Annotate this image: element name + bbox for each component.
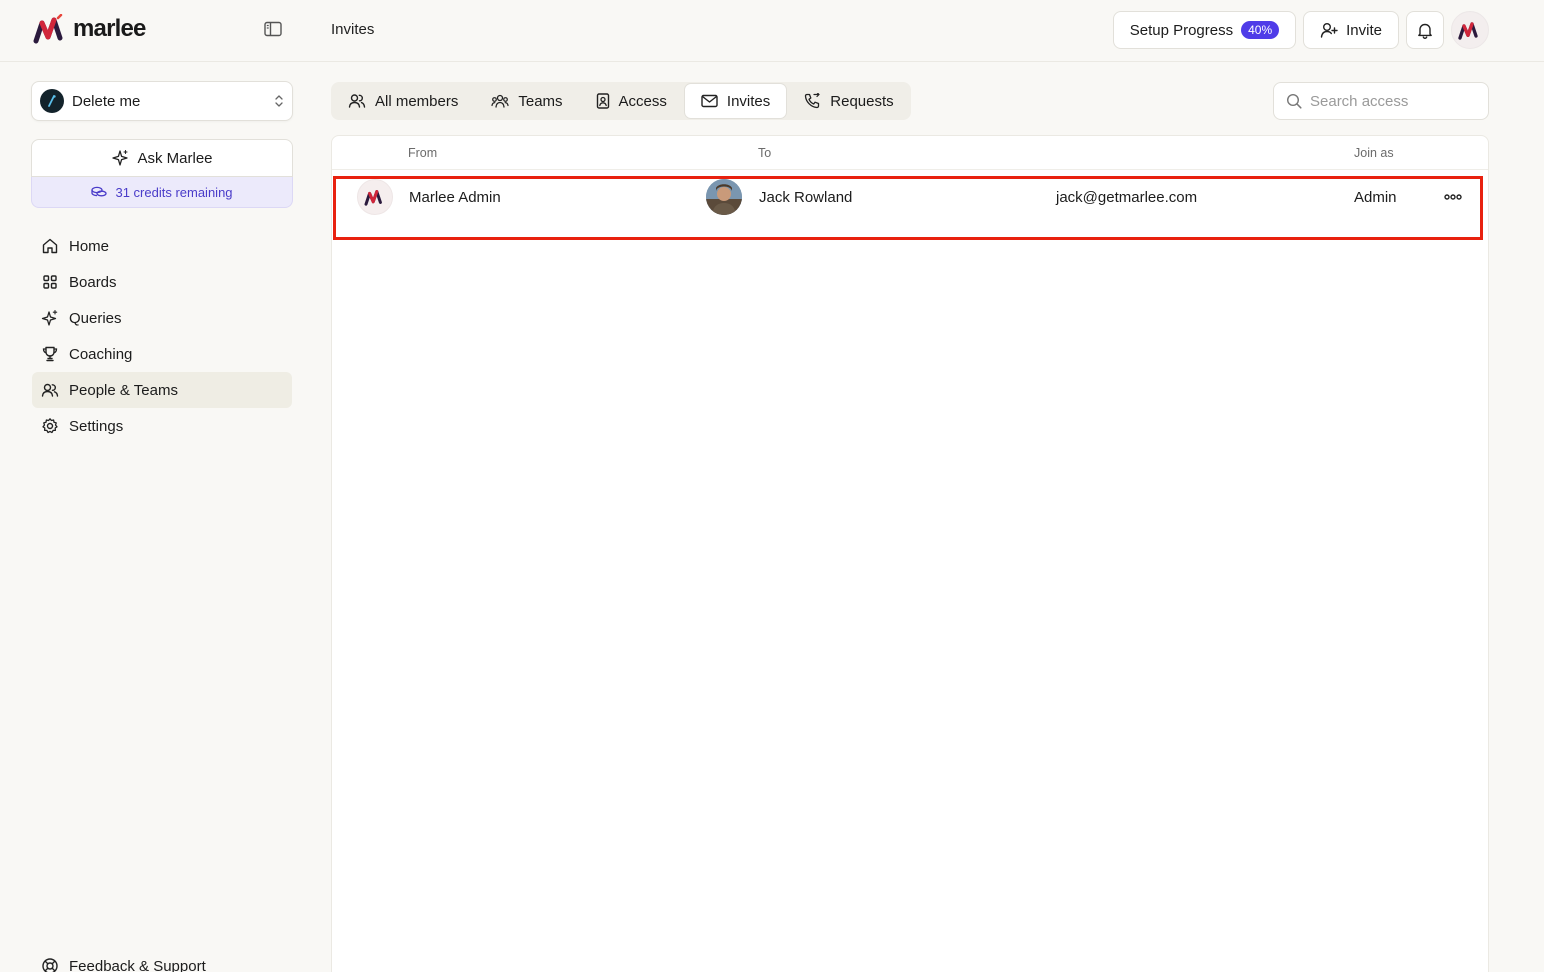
tab-requests[interactable]: Requests bbox=[788, 83, 909, 119]
marlee-logo-icon bbox=[33, 14, 63, 44]
marlee-logo[interactable]: marlee bbox=[33, 14, 146, 44]
sidebar-item-settings[interactable]: Settings bbox=[32, 408, 292, 444]
ask-marlee-label: Ask Marlee bbox=[137, 149, 213, 167]
tab-all-members[interactable]: All members bbox=[332, 83, 474, 119]
invite-email: jack@getmarlee.com bbox=[1056, 189, 1198, 206]
phone-icon bbox=[805, 93, 820, 109]
sidebar-item-people-teams[interactable]: People & Teams bbox=[32, 372, 292, 408]
tab-label: Access bbox=[618, 92, 667, 110]
tab-label: Requests bbox=[830, 92, 894, 110]
sidebar-item-boards[interactable]: Boards bbox=[32, 264, 292, 300]
more-options-icon[interactable] bbox=[1444, 193, 1462, 201]
from-avatar bbox=[357, 179, 393, 215]
people-tabs: All members Teams Access Invites Request… bbox=[331, 82, 911, 120]
gear-icon bbox=[42, 418, 58, 434]
search-icon bbox=[1286, 93, 1302, 109]
feedback-support-link[interactable]: Feedback & Support bbox=[32, 948, 215, 972]
ask-marlee-box: Ask Marlee 31 credits remaining bbox=[31, 139, 293, 208]
sidebar-item-label: Home bbox=[69, 237, 110, 255]
user-plus-icon bbox=[1320, 23, 1338, 38]
sidebar-item-coaching[interactable]: Coaching bbox=[32, 336, 292, 372]
to-avatar bbox=[706, 179, 742, 215]
mail-icon bbox=[701, 94, 718, 108]
credits-remaining: 31 credits remaining bbox=[31, 177, 293, 208]
sidebar-item-label: Coaching bbox=[69, 345, 133, 363]
team-icon bbox=[491, 94, 509, 108]
invite-to: Jack Rowland bbox=[759, 189, 853, 206]
person-photo-icon bbox=[706, 179, 742, 215]
sidebar-item-label: Queries bbox=[69, 309, 122, 327]
grid-icon bbox=[43, 275, 57, 289]
column-from: From bbox=[408, 146, 438, 160]
tab-invites[interactable]: Invites bbox=[683, 83, 788, 119]
invite-from: Marlee Admin bbox=[409, 189, 501, 206]
sidebar-toggle-icon[interactable] bbox=[264, 21, 284, 39]
table-header: From To Join as bbox=[332, 136, 1488, 170]
search-box bbox=[1273, 82, 1489, 120]
workspace-name: Delete me bbox=[72, 92, 141, 110]
invite-join-as: Admin bbox=[1354, 189, 1397, 206]
sparkle-icon bbox=[41, 309, 58, 326]
user-avatar[interactable] bbox=[1451, 11, 1489, 49]
tab-label: Teams bbox=[518, 92, 563, 110]
invites-panel: From To Join as Marlee Admin Jack Rowlan… bbox=[331, 135, 1489, 972]
notifications-button[interactable] bbox=[1406, 11, 1444, 49]
chevron-updown-icon bbox=[275, 95, 283, 107]
setup-progress-badge: 40% bbox=[1241, 21, 1280, 39]
lifebuoy-icon bbox=[42, 958, 58, 972]
tab-label: All members bbox=[375, 92, 459, 110]
sidebar-item-queries[interactable]: Queries bbox=[32, 300, 292, 336]
sidebar-nav: Home Boards Queries Coaching People & Te… bbox=[32, 228, 292, 444]
app-name: marlee bbox=[73, 15, 146, 42]
users-icon bbox=[348, 94, 366, 108]
sidebar-item-label: People & Teams bbox=[69, 381, 178, 399]
tab-access[interactable]: Access bbox=[580, 83, 683, 119]
sparkle-icon bbox=[112, 149, 129, 166]
coins-icon bbox=[91, 186, 108, 197]
marlee-avatar-icon bbox=[364, 190, 382, 206]
top-bar: marlee Invites Setup Progress 40% Invite bbox=[0, 0, 1544, 62]
table-row[interactable]: Marlee Admin Jack Rowland jack@getmarlee… bbox=[333, 176, 1483, 240]
search-input[interactable] bbox=[1310, 92, 1470, 110]
sidebar-item-home[interactable]: Home bbox=[32, 228, 292, 264]
workspace-switcher[interactable]: Delete me bbox=[31, 81, 293, 121]
column-join-as: Join as bbox=[1354, 146, 1394, 160]
marlee-avatar-icon bbox=[1458, 22, 1478, 40]
workspace-avatar bbox=[40, 89, 64, 113]
column-to: To bbox=[758, 146, 772, 160]
page-title: Invites bbox=[331, 21, 375, 38]
home-icon bbox=[42, 238, 58, 254]
tab-teams[interactable]: Teams bbox=[475, 83, 578, 119]
tab-label: Invites bbox=[726, 92, 771, 110]
sidebar-item-label: Boards bbox=[69, 273, 117, 291]
feedback-label: Feedback & Support bbox=[69, 957, 206, 972]
people-icon bbox=[41, 383, 59, 397]
invite-button[interactable]: Invite bbox=[1303, 11, 1399, 49]
setup-progress-button[interactable]: Setup Progress 40% bbox=[1112, 11, 1297, 49]
ask-marlee-button[interactable]: Ask Marlee bbox=[31, 139, 293, 177]
bell-icon bbox=[1418, 23, 1432, 39]
sidebar-item-label: Settings bbox=[69, 417, 124, 435]
trophy-icon bbox=[42, 346, 58, 362]
badge-icon bbox=[596, 93, 609, 109]
top-actions: Setup Progress 40% Invite bbox=[1112, 11, 1489, 49]
credits-label: 31 credits remaining bbox=[115, 184, 233, 200]
invite-label: Invite bbox=[1346, 21, 1382, 39]
setup-progress-label: Setup Progress bbox=[1129, 21, 1234, 39]
